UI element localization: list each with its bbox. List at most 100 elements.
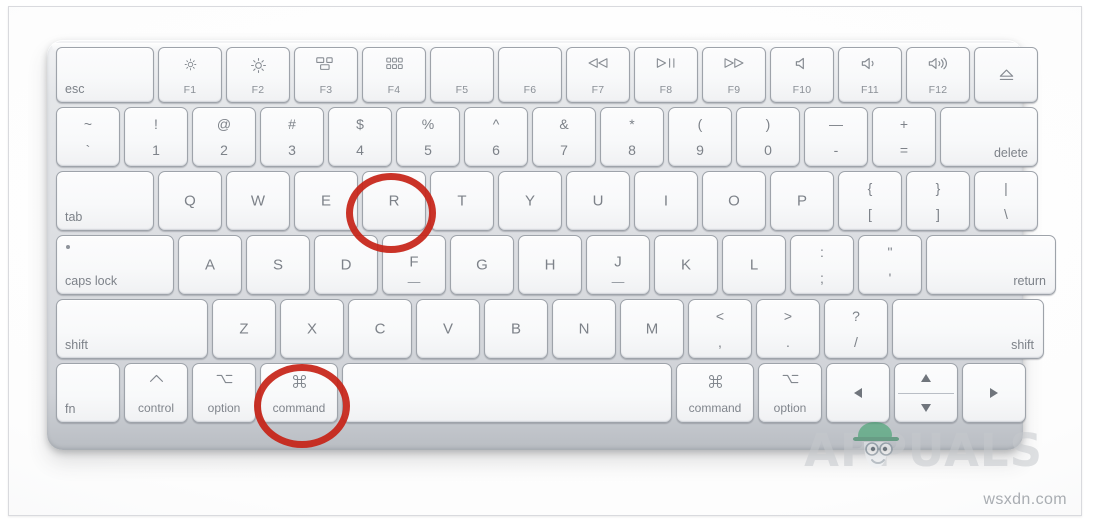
key-f4[interactable]: F4 bbox=[362, 47, 426, 103]
key-a[interactable]: A bbox=[178, 235, 242, 295]
key-quote-shift-label: " bbox=[887, 244, 893, 260]
key-backquote[interactable]: ~ ` bbox=[56, 107, 120, 167]
key-bracketright[interactable]: } ] bbox=[906, 171, 970, 231]
key-q[interactable]: Q bbox=[158, 171, 222, 231]
key-f6[interactable]: F6 bbox=[498, 47, 562, 103]
key-minus[interactable]: — - bbox=[804, 107, 868, 167]
key-fn-label: fn bbox=[65, 401, 76, 416]
key-k[interactable]: K bbox=[654, 235, 718, 295]
key-fn[interactable]: fn bbox=[56, 363, 120, 423]
key-f9[interactable]: F9 bbox=[702, 47, 766, 103]
brightness-up-icon bbox=[227, 57, 289, 74]
key-semicolon[interactable]: : ; bbox=[790, 235, 854, 295]
shift-row: shift Z X C V B N M < , > . ? / shift bbox=[56, 299, 1044, 359]
key-f[interactable]: F bbox=[382, 235, 446, 295]
key-h[interactable]: H bbox=[518, 235, 582, 295]
key-9-label: 9 bbox=[696, 142, 704, 158]
key-u[interactable]: U bbox=[566, 171, 630, 231]
key-bracketleft[interactable]: { [ bbox=[838, 171, 902, 231]
key-m[interactable]: M bbox=[620, 299, 684, 359]
key-v[interactable]: V bbox=[416, 299, 480, 359]
key-g[interactable]: G bbox=[450, 235, 514, 295]
key-control-left[interactable]: control bbox=[124, 363, 188, 423]
key-z[interactable]: Z bbox=[212, 299, 276, 359]
key-c[interactable]: C bbox=[348, 299, 412, 359]
key-f10[interactable]: F10 bbox=[770, 47, 834, 103]
key-n[interactable]: N bbox=[552, 299, 616, 359]
key-command-left[interactable]: command bbox=[260, 363, 338, 423]
key-esc[interactable]: esc bbox=[56, 47, 154, 103]
arrow-down-icon[interactable] bbox=[895, 393, 957, 422]
key-p[interactable]: P bbox=[770, 171, 834, 231]
key-semicolon-shift-label: : bbox=[820, 244, 824, 260]
key-slash-label: / bbox=[854, 334, 858, 350]
key-d[interactable]: D bbox=[314, 235, 378, 295]
key-5[interactable]: % 5 bbox=[396, 107, 460, 167]
key-shift-right[interactable]: shift bbox=[892, 299, 1044, 359]
key-3[interactable]: # 3 bbox=[260, 107, 324, 167]
key-f7[interactable]: F7 bbox=[566, 47, 630, 103]
key-equal-shift-label: + bbox=[899, 116, 909, 132]
key-quote[interactable]: " ' bbox=[858, 235, 922, 295]
key-i[interactable]: I bbox=[634, 171, 698, 231]
key-tab[interactable]: tab bbox=[56, 171, 154, 231]
key-f8[interactable]: F8 bbox=[634, 47, 698, 103]
key-return[interactable]: return bbox=[926, 235, 1056, 295]
key-j[interactable]: J bbox=[586, 235, 650, 295]
key-7[interactable]: & 7 bbox=[532, 107, 596, 167]
key-8[interactable]: * 8 bbox=[600, 107, 664, 167]
key-l[interactable]: L bbox=[722, 235, 786, 295]
key-5-label: 5 bbox=[424, 142, 432, 158]
key-f7-label: F7 bbox=[591, 83, 605, 96]
key-y[interactable]: Y bbox=[498, 171, 562, 231]
key-f2[interactable]: F2 bbox=[226, 47, 290, 103]
key-arrow-right[interactable] bbox=[962, 363, 1026, 423]
appuals-watermark: APPUALS bbox=[804, 422, 1043, 473]
key-arrow-up-down[interactable] bbox=[894, 363, 958, 423]
key-4[interactable]: $ 4 bbox=[328, 107, 392, 167]
key-6[interactable]: ^ 6 bbox=[464, 107, 528, 167]
key-1[interactable]: ! 1 bbox=[124, 107, 188, 167]
key-b[interactable]: B bbox=[484, 299, 548, 359]
key-f12[interactable]: F12 bbox=[906, 47, 970, 103]
key-arrow-left[interactable] bbox=[826, 363, 890, 423]
key-f3[interactable]: F3 bbox=[294, 47, 358, 103]
key-command-left-label: command bbox=[272, 401, 326, 415]
key-j-label: J bbox=[614, 253, 622, 271]
key-e[interactable]: E bbox=[294, 171, 358, 231]
key-delete[interactable]: delete bbox=[940, 107, 1038, 167]
key-f1[interactable]: F1 bbox=[158, 47, 222, 103]
key-x[interactable]: X bbox=[280, 299, 344, 359]
key-option-right[interactable]: option bbox=[758, 363, 822, 423]
screenshot-root: esc F1 F2 F3 F4 F5 F6 F7 F8 F9 F10 F11 F… bbox=[0, 0, 1094, 527]
key-w[interactable]: W bbox=[226, 171, 290, 231]
key-backslash[interactable]: | \ bbox=[974, 171, 1038, 231]
key-o[interactable]: O bbox=[702, 171, 766, 231]
key-minus-shift-label: — bbox=[829, 116, 843, 132]
key-f5[interactable]: F5 bbox=[430, 47, 494, 103]
key-shift-left[interactable]: shift bbox=[56, 299, 208, 359]
arrow-up-icon[interactable] bbox=[895, 364, 957, 393]
key-bracketright-shift-label: } bbox=[935, 180, 941, 196]
key-9[interactable]: ( 9 bbox=[668, 107, 732, 167]
key-t[interactable]: T bbox=[430, 171, 494, 231]
key-f5-label: F5 bbox=[455, 83, 469, 96]
key-f11[interactable]: F11 bbox=[838, 47, 902, 103]
key-space[interactable] bbox=[342, 363, 672, 423]
key-comma[interactable]: < , bbox=[688, 299, 752, 359]
key-eject[interactable] bbox=[974, 47, 1038, 103]
key-capslock[interactable]: caps lock bbox=[56, 235, 174, 295]
key-s[interactable]: S bbox=[246, 235, 310, 295]
key-2[interactable]: @ 2 bbox=[192, 107, 256, 167]
key-equal[interactable]: + = bbox=[872, 107, 936, 167]
key-5-shift-label: % bbox=[421, 116, 435, 132]
key-slash[interactable]: ? / bbox=[824, 299, 888, 359]
key-command-right-label: command bbox=[688, 401, 742, 415]
key-period-shift-label: > bbox=[783, 308, 793, 324]
key-r[interactable]: R bbox=[362, 171, 426, 231]
key-option-left[interactable]: option bbox=[192, 363, 256, 423]
key-comma-label: , bbox=[718, 334, 722, 350]
key-command-right[interactable]: command bbox=[676, 363, 754, 423]
key-0[interactable]: ) 0 bbox=[736, 107, 800, 167]
key-period[interactable]: > . bbox=[756, 299, 820, 359]
